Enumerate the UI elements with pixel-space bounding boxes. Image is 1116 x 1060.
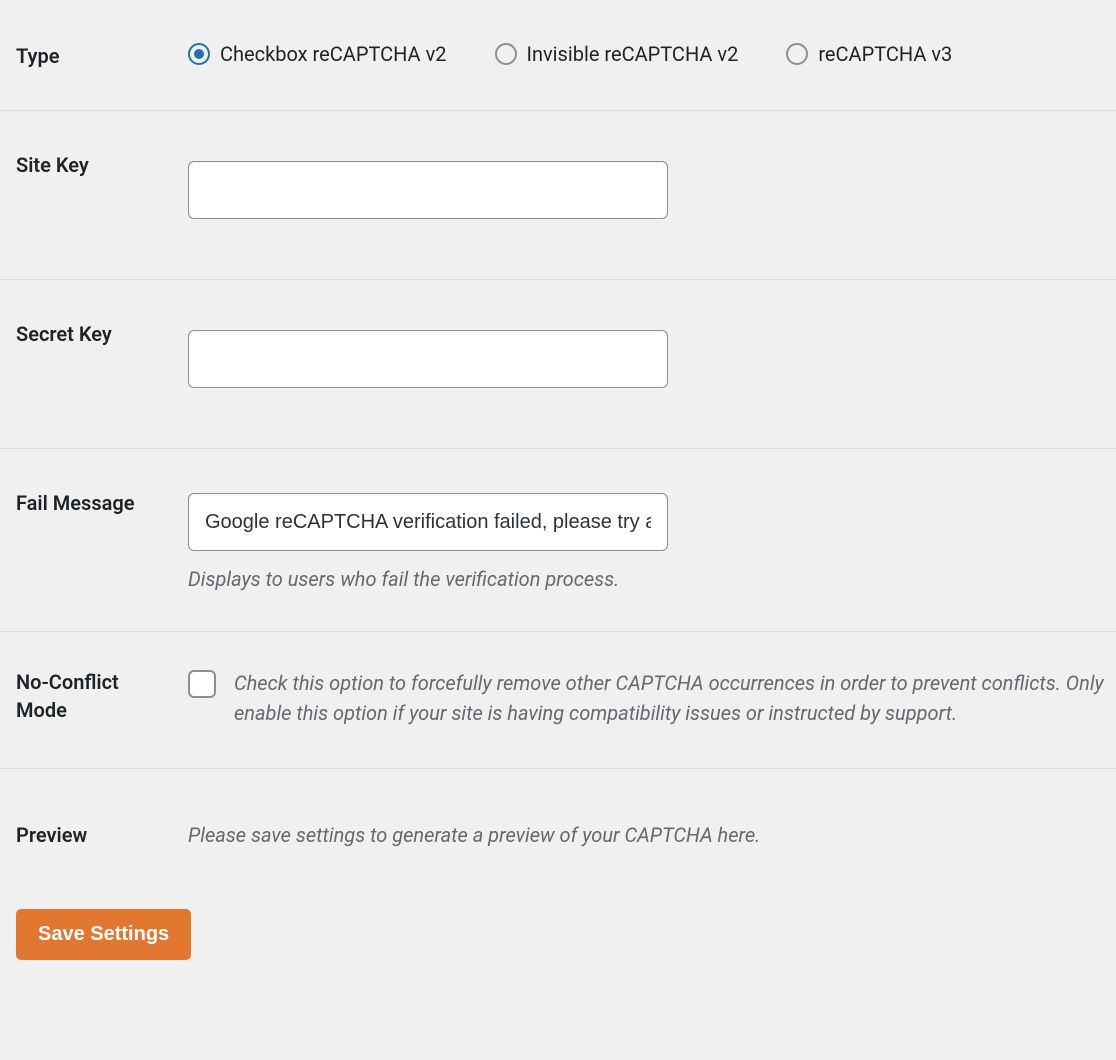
- radio-checkbox-v2[interactable]: Checkbox reCAPTCHA v2: [188, 42, 447, 66]
- no-conflict-label: No-Conflict Mode: [0, 632, 172, 768]
- radio-label: Invisible reCAPTCHA v2: [527, 42, 739, 66]
- fail-message-description: Displays to users who fail the verificat…: [188, 565, 1116, 593]
- radio-label: reCAPTCHA v3: [818, 42, 952, 66]
- preview-content: Please save settings to generate a previ…: [172, 769, 1116, 889]
- secret-key-content: [172, 280, 1116, 448]
- submit-section: Save Settings: [0, 889, 1116, 980]
- preview-row: Preview Please save settings to generate…: [0, 769, 1116, 889]
- site-key-content: [172, 111, 1116, 279]
- fail-message-row: Fail Message Displays to users who fail …: [0, 449, 1116, 632]
- no-conflict-checkbox-wrap: Check this option to forcefully remove o…: [188, 668, 1116, 728]
- site-key-row: Site Key: [0, 111, 1116, 280]
- no-conflict-content: Check this option to forcefully remove o…: [172, 632, 1116, 768]
- radio-invisible-v2[interactable]: Invisible reCAPTCHA v2: [495, 42, 739, 66]
- fail-message-content: Displays to users who fail the verificat…: [172, 449, 1116, 631]
- type-radio-group: Checkbox reCAPTCHA v2 Invisible reCAPTCH…: [188, 42, 1116, 66]
- fail-message-input[interactable]: [188, 493, 668, 551]
- fail-message-label: Fail Message: [0, 449, 172, 631]
- preview-message: Please save settings to generate a previ…: [188, 807, 1116, 849]
- radio-icon: [495, 43, 517, 65]
- radio-icon: [786, 43, 808, 65]
- type-row: Type Checkbox reCAPTCHA v2 Invisible reC…: [0, 0, 1116, 111]
- no-conflict-checkbox[interactable]: [188, 670, 216, 698]
- site-key-label: Site Key: [0, 111, 172, 279]
- save-settings-button[interactable]: Save Settings: [16, 909, 191, 960]
- no-conflict-row: No-Conflict Mode Check this option to fo…: [0, 632, 1116, 769]
- type-label: Type: [0, 0, 172, 110]
- radio-icon: [188, 43, 210, 65]
- secret-key-label: Secret Key: [0, 280, 172, 448]
- no-conflict-description: Check this option to forcefully remove o…: [234, 668, 1116, 728]
- radio-label: Checkbox reCAPTCHA v2: [220, 42, 447, 66]
- type-content: Checkbox reCAPTCHA v2 Invisible reCAPTCH…: [172, 0, 1116, 110]
- site-key-input[interactable]: [188, 161, 668, 219]
- preview-label: Preview: [0, 769, 172, 889]
- secret-key-input[interactable]: [188, 330, 668, 388]
- radio-v3[interactable]: reCAPTCHA v3: [786, 42, 952, 66]
- secret-key-row: Secret Key: [0, 280, 1116, 449]
- settings-form: Type Checkbox reCAPTCHA v2 Invisible reC…: [0, 0, 1116, 889]
